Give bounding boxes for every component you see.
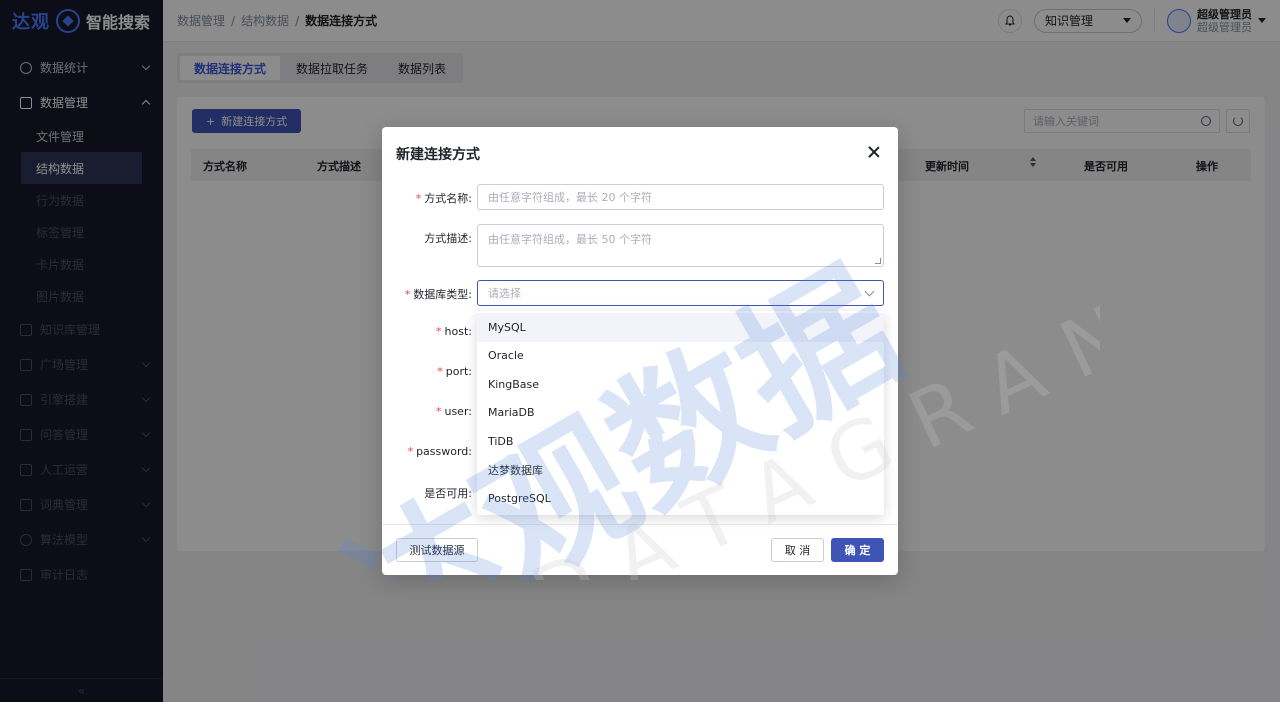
chevron-down-icon — [864, 286, 875, 296]
desc-label: 方式描述: — [424, 232, 472, 245]
close-icon[interactable] — [866, 144, 882, 160]
test-datasource-button[interactable]: 测试数据源 — [396, 538, 478, 562]
dbtype-option[interactable]: MariaDB — [477, 399, 884, 428]
modal-title: 新建连接方式 — [396, 147, 480, 163]
cancel-button[interactable]: 取 消 — [771, 538, 824, 562]
desc-placeholder: 由任意字符组成，最长 50 个字符 — [488, 233, 652, 246]
modal-footer: 测试数据源 取 消 确 定 — [382, 524, 898, 575]
dbtype-option[interactable]: TiDB — [477, 427, 884, 456]
dbtype-placeholder: 请选择 — [488, 287, 521, 300]
name-label: * 方式名称: — [416, 190, 472, 206]
dbtype-select[interactable]: 请选择 — [477, 280, 884, 306]
required-mark: * — [404, 288, 411, 301]
new-connection-modal: 新建连接方式 * 方式名称: 由任意字符组成，最长 20 个字符 方式描述: 由任… — [382, 127, 898, 575]
dbtype-option[interactable]: PostgreSQL — [477, 484, 884, 513]
dbtype-option[interactable]: 达梦数据库 — [477, 456, 884, 485]
required-mark: * — [435, 405, 442, 418]
password-label: * password: — [408, 445, 472, 458]
dbtype-dropdown: MySQL Oracle KingBase MariaDB TiDB 达梦数据库… — [477, 311, 884, 515]
port-label: * port: — [437, 365, 472, 378]
user-label: * user: — [436, 405, 472, 418]
name-label-text: 方式名称: — [424, 192, 472, 205]
required-mark: * — [415, 192, 422, 205]
confirm-button[interactable]: 确 定 — [831, 538, 884, 562]
dbtype-option[interactable]: KingBase — [477, 370, 884, 399]
desc-textarea[interactable]: 由任意字符组成，最长 50 个字符 — [477, 224, 884, 267]
enabled-label: 是否可用: — [424, 487, 472, 500]
dbtype-option[interactable]: MySQL — [477, 313, 884, 342]
resize-handle-icon[interactable] — [875, 258, 881, 264]
name-placeholder: 由任意字符组成，最长 20 个字符 — [488, 191, 652, 204]
password-label-text: password: — [416, 445, 472, 458]
dbtype-label: * 数据库类型: — [405, 286, 472, 302]
required-mark: * — [407, 445, 414, 458]
name-input[interactable]: 由任意字符组成，最长 20 个字符 — [477, 184, 884, 210]
dbtype-option[interactable]: Oracle — [477, 342, 884, 371]
dbtype-label-text: 数据库类型: — [413, 288, 472, 301]
port-label-text: port: — [445, 365, 472, 378]
host-label-text: host: — [444, 325, 472, 338]
user-label-text: user: — [444, 405, 472, 418]
required-mark: * — [436, 325, 442, 338]
host-label: * host: — [436, 325, 472, 338]
required-mark: * — [437, 365, 443, 378]
